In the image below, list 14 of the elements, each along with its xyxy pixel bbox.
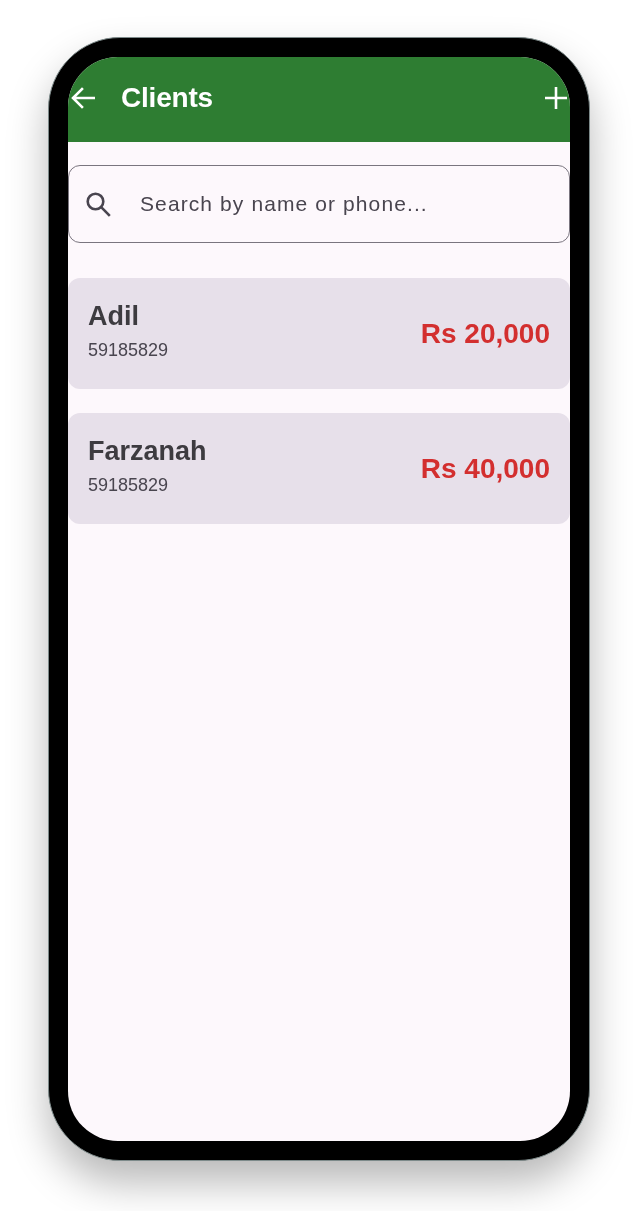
client-name: Farzanah <box>88 435 207 467</box>
back-arrow-icon <box>71 86 95 109</box>
plus-icon <box>544 86 567 109</box>
client-balance: Rs 40,000 <box>420 451 550 486</box>
client-card[interactable]: Adil 59185829 Rs 20,000 <box>68 278 570 389</box>
app-title: Clients <box>121 80 213 115</box>
add-button[interactable] <box>544 86 567 109</box>
search-icon <box>86 192 111 217</box>
search-field[interactable]: Search by name or phone... <box>68 165 570 243</box>
client-name: Adil <box>88 300 140 332</box>
client-balance: Rs 20,000 <box>420 316 550 351</box>
client-phone: 59185829 <box>88 474 170 496</box>
client-card[interactable]: Farzanah 59185829 Rs 40,000 <box>68 413 570 524</box>
client-phone: 59185829 <box>88 339 169 361</box>
